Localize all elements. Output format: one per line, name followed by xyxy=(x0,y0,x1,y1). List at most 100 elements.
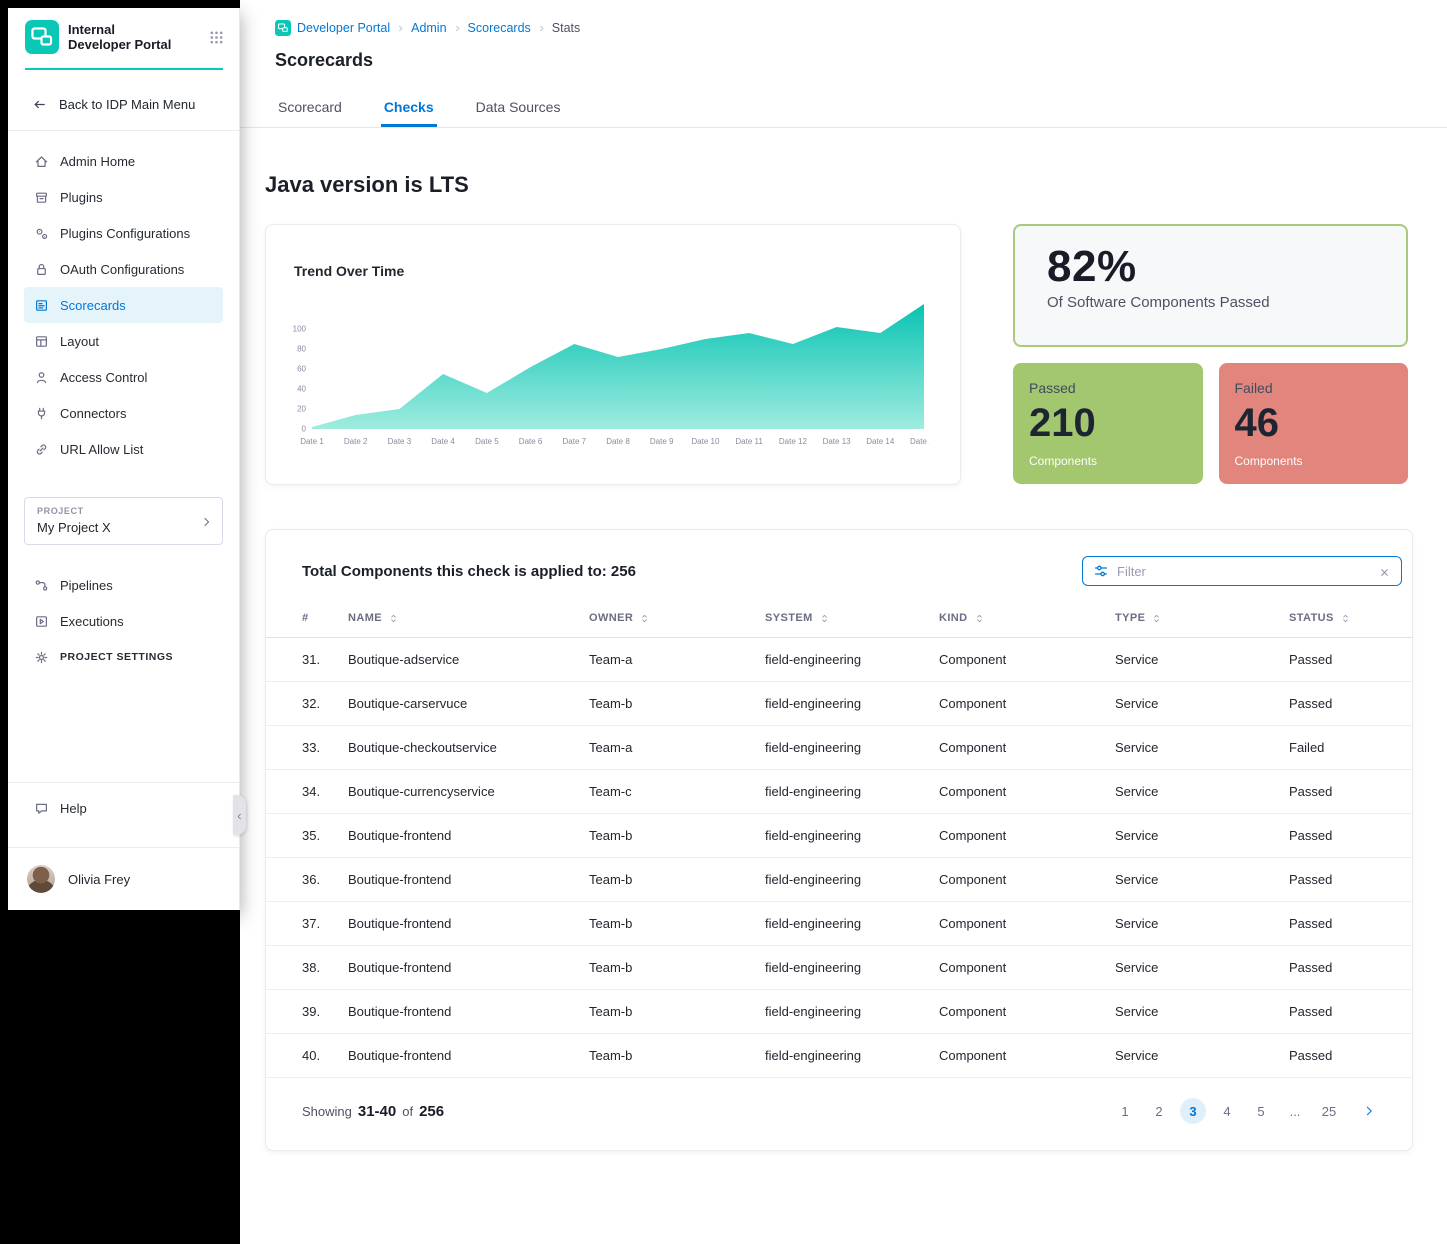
sort-icon[interactable] xyxy=(974,613,985,624)
pagination: 12345... 25 xyxy=(1112,1098,1382,1124)
column-header-name[interactable]: NAME xyxy=(348,604,589,638)
page-button-1[interactable]: 1 xyxy=(1112,1098,1138,1124)
svg-text:Date 13: Date 13 xyxy=(823,437,852,446)
trend-area xyxy=(312,304,924,429)
close-icon[interactable] xyxy=(1378,566,1391,579)
cell-system: field-engineering xyxy=(765,638,939,682)
sidebar-item-plugins[interactable]: Plugins xyxy=(8,179,239,215)
sidebar-item-access-control[interactable]: Access Control xyxy=(8,359,239,395)
breadcrumb-item-developer-portal[interactable]: Developer Portal xyxy=(297,21,390,35)
sort-icon[interactable] xyxy=(388,613,399,624)
table-row[interactable]: 38.Boutique-frontendTeam-bfield-engineer… xyxy=(266,946,1412,990)
cell-status: Passed xyxy=(1289,814,1412,858)
page-button-3[interactable]: 3 xyxy=(1180,1098,1206,1124)
page-button-4[interactable]: 4 xyxy=(1214,1098,1240,1124)
table-row[interactable]: 39.Boutique-frontendTeam-bfield-engineer… xyxy=(266,990,1412,1034)
help-item[interactable]: Help xyxy=(8,783,239,833)
sidebar-item-url-allow-list[interactable]: URL Allow List xyxy=(8,431,239,467)
cell-status: Passed xyxy=(1289,858,1412,902)
cell-num: 33. xyxy=(266,726,348,770)
svg-text:Date 8: Date 8 xyxy=(606,437,630,446)
svg-text:Date 9: Date 9 xyxy=(650,437,674,446)
trend-title: Trend Over Time xyxy=(294,263,936,279)
sidebar-item-pipelines[interactable]: Pipelines xyxy=(8,567,239,603)
content: Java version is LTS Trend Over Time 0204… xyxy=(240,128,1447,1191)
sidebar-item-project-settings[interactable]: PROJECT SETTINGS xyxy=(8,639,239,675)
sidebar-item-connectors[interactable]: Connectors xyxy=(8,395,239,431)
sidebar-item-plugins-configurations[interactable]: Plugins Configurations xyxy=(8,215,239,251)
sort-icon[interactable] xyxy=(639,613,650,624)
tab-checks[interactable]: Checks xyxy=(381,91,437,127)
table-row[interactable]: 31.Boutique-adserviceTeam-afield-enginee… xyxy=(266,638,1412,682)
svg-text:Date 12: Date 12 xyxy=(779,437,808,446)
table-row[interactable]: 33.Boutique-checkoutserviceTeam-afield-e… xyxy=(266,726,1412,770)
tab-data-sources[interactable]: Data Sources xyxy=(473,91,564,127)
sidebar-item-layout[interactable]: Layout xyxy=(8,323,239,359)
sidebar-item-admin-home[interactable]: Admin Home xyxy=(8,143,239,179)
sidebar-item-label: PROJECT SETTINGS xyxy=(60,651,173,663)
passed-count: 210 xyxy=(1029,403,1203,443)
person-icon xyxy=(34,370,49,385)
gear-icon xyxy=(34,650,49,665)
sort-icon[interactable] xyxy=(1151,613,1162,624)
cell-name: Boutique-frontend xyxy=(348,814,589,858)
page-button-5[interactable]: 5 xyxy=(1248,1098,1274,1124)
showing-of: of xyxy=(402,1104,413,1119)
cell-kind: Component xyxy=(939,682,1115,726)
sidebar-item-label: Plugins xyxy=(60,190,103,205)
breadcrumb-item-admin[interactable]: Admin xyxy=(411,21,446,35)
sort-icon[interactable] xyxy=(819,613,830,624)
user-profile[interactable]: Olivia Frey xyxy=(8,848,239,910)
table-row[interactable]: 36.Boutique-frontendTeam-bfield-engineer… xyxy=(266,858,1412,902)
table-row[interactable]: 32.Boutique-carservuceTeam-bfield-engine… xyxy=(266,682,1412,726)
page-button-25[interactable]: 25 xyxy=(1316,1098,1342,1124)
arrow-left-icon xyxy=(32,97,47,112)
column-header-kind[interactable]: KIND xyxy=(939,604,1115,638)
showing-total: 256 xyxy=(419,1103,444,1120)
page-button-2[interactable]: 2 xyxy=(1146,1098,1172,1124)
table-toolbar: Total Components this check is applied t… xyxy=(266,550,1412,604)
cell-system: field-engineering xyxy=(765,858,939,902)
tab-scorecard[interactable]: Scorecard xyxy=(275,91,345,127)
column-header-type[interactable]: TYPE xyxy=(1115,604,1289,638)
apps-grid-button[interactable] xyxy=(208,28,225,45)
pagination-ellipsis: ... xyxy=(1282,1098,1308,1124)
column-header-system[interactable]: SYSTEM xyxy=(765,604,939,638)
failed-count: 46 xyxy=(1235,403,1409,443)
table-row[interactable]: 34.Boutique-currencyserviceTeam-cfield-e… xyxy=(266,770,1412,814)
table-row[interactable]: 40.Boutique-frontendTeam-bfield-engineer… xyxy=(266,1034,1412,1078)
breadcrumb-item-scorecards[interactable]: Scorecards xyxy=(468,21,531,35)
cell-type: Service xyxy=(1115,1034,1289,1078)
back-to-idp-main-menu[interactable]: Back to IDP Main Menu xyxy=(8,92,239,116)
column-header-status[interactable]: STATUS xyxy=(1289,604,1412,638)
cell-type: Service xyxy=(1115,770,1289,814)
sidebar-item-oauth-configurations[interactable]: OAuth Configurations xyxy=(8,251,239,287)
svg-text:Date 5: Date 5 xyxy=(475,437,499,446)
cell-status: Passed xyxy=(1289,770,1412,814)
filter-icon[interactable] xyxy=(1093,563,1109,579)
cell-num: 39. xyxy=(266,990,348,1034)
cell-name: Boutique-currencyservice xyxy=(348,770,589,814)
failed-label: Failed xyxy=(1235,380,1409,396)
table-row[interactable]: 37.Boutique-frontendTeam-bfield-engineer… xyxy=(266,902,1412,946)
cell-system: field-engineering xyxy=(765,902,939,946)
project-selector[interactable]: PROJECT My Project X xyxy=(24,497,223,545)
column-header-owner[interactable]: OWNER xyxy=(589,604,765,638)
cell-status: Passed xyxy=(1289,946,1412,990)
sidebar-item-executions[interactable]: Executions xyxy=(8,603,239,639)
sidebar-item-scorecards[interactable]: Scorecards xyxy=(24,287,223,323)
cell-owner: Team-c xyxy=(589,770,765,814)
table-header-row: #NAMEOWNERSYSTEMKINDTYPESTATUS xyxy=(266,604,1412,638)
table-row[interactable]: 35.Boutique-frontendTeam-bfield-engineer… xyxy=(266,814,1412,858)
next-page-button[interactable] xyxy=(1356,1098,1382,1124)
cell-name: Boutique-frontend xyxy=(348,902,589,946)
cell-name: Boutique-adservice xyxy=(348,638,589,682)
cell-type: Service xyxy=(1115,726,1289,770)
sidebar-collapse-handle[interactable] xyxy=(233,795,246,835)
cell-name: Boutique-frontend xyxy=(348,1034,589,1078)
sidebar-item-label: Scorecards xyxy=(60,298,126,313)
filter-input[interactable] xyxy=(1117,564,1370,579)
cell-owner: Team-b xyxy=(589,858,765,902)
user-name: Olivia Frey xyxy=(68,872,130,887)
sort-icon[interactable] xyxy=(1340,613,1351,624)
